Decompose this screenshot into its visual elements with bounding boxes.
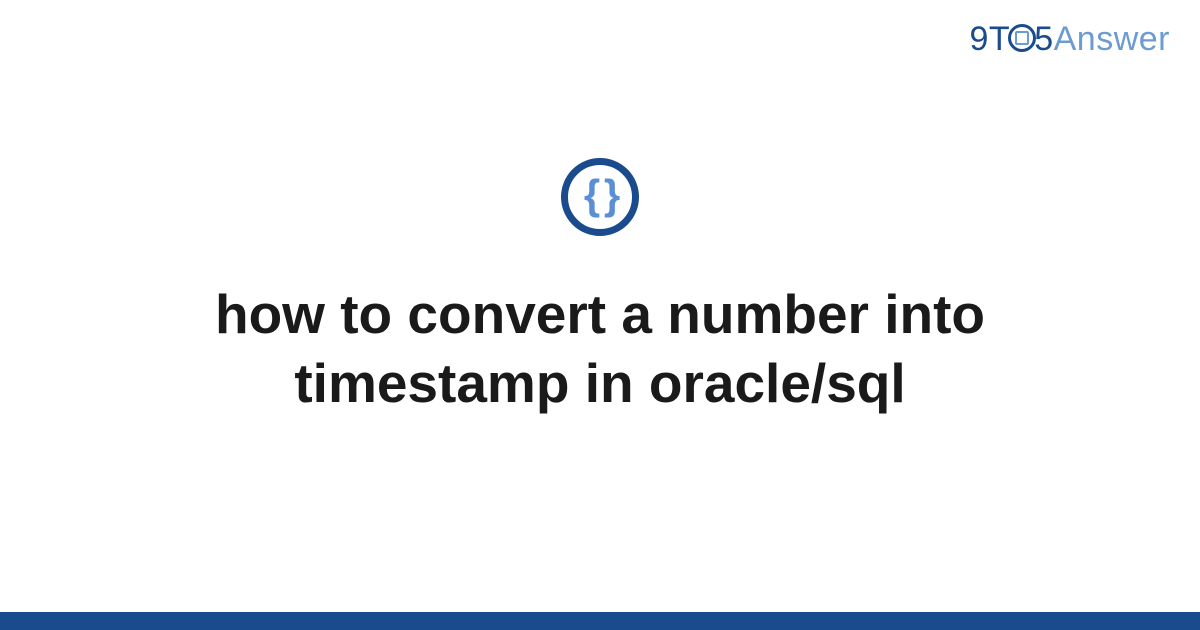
brand-nine: 9	[970, 20, 989, 58]
brand-t: T	[989, 20, 1010, 58]
brand-ring-icon	[1008, 24, 1036, 52]
code-braces-icon: { }	[561, 158, 639, 236]
page-title: how to convert a number into timestamp i…	[100, 280, 1100, 418]
brand-answer: Answer	[1054, 20, 1170, 58]
brand-five: 5	[1034, 20, 1053, 58]
braces-glyph: { }	[584, 174, 616, 216]
footer-accent-bar	[0, 612, 1200, 630]
site-brand: 9T5Answer	[970, 20, 1171, 59]
